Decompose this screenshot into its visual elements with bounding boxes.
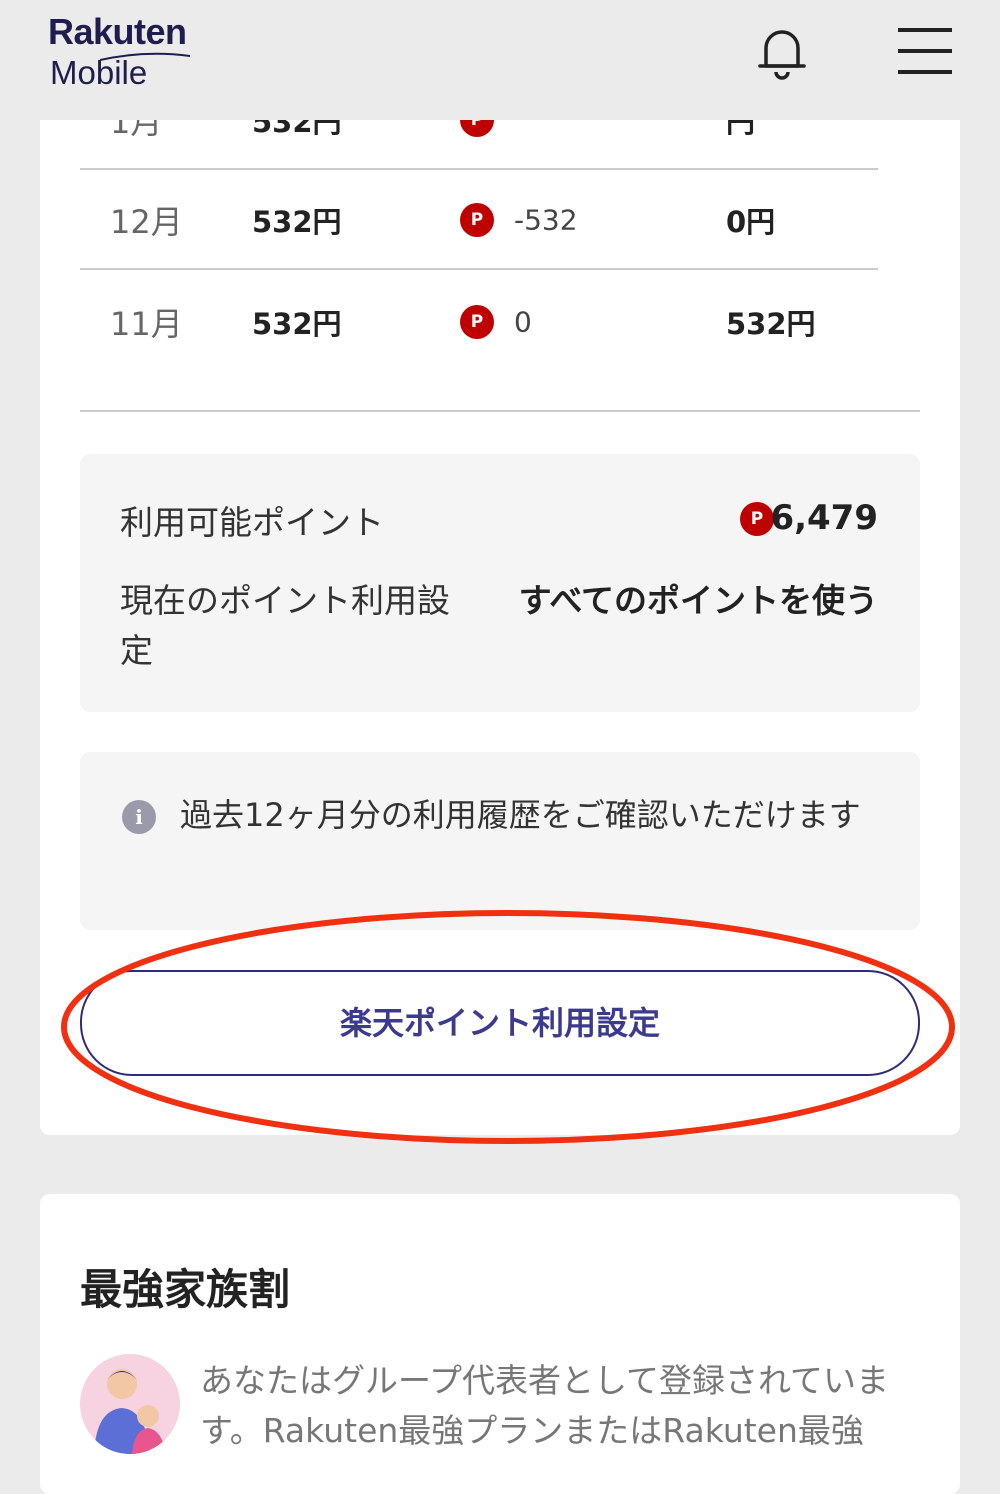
- month-cell: 11月: [110, 305, 183, 343]
- info-notice-box: i 過去12ヶ月分の利用履歴をご確認いただけます: [80, 752, 920, 930]
- bell-icon[interactable]: [756, 24, 808, 80]
- section-divider: [80, 410, 920, 412]
- point-setting-value: すべてのポイントを使う: [518, 581, 878, 620]
- info-text: 過去12ヶ月分の利用履歴をご確認いただけます: [180, 796, 861, 834]
- family-avatar-icon: [80, 1354, 180, 1454]
- amount-cell: 532円: [252, 205, 342, 239]
- bill-cell: 532円: [726, 307, 816, 341]
- points-used-cell: 0: [514, 305, 532, 339]
- logo-text-rakuten: Rakuten: [48, 11, 187, 52]
- app-header: Rakuten Mobile: [0, 0, 1000, 120]
- family-discount-description: あなたはグループ代表者として登録されています。Rakuten最強プランまたはRa…: [200, 1361, 890, 1450]
- bill-cell: 0円: [726, 205, 776, 239]
- hamburger-menu-icon[interactable]: [896, 26, 954, 76]
- family-discount-card: 最強家族割 あなたはグループ代表者として登録されています。Rakuten最強プラ…: [40, 1194, 960, 1494]
- available-points-value: 6,479: [770, 498, 878, 538]
- point-setting-label: 現在のポイント利用設定: [120, 581, 450, 670]
- available-points-label: 利用可能ポイント: [120, 503, 384, 542]
- logo-swoosh-icon: [100, 52, 190, 61]
- amount-cell: 532円: [252, 307, 342, 341]
- rakuten-mobile-logo[interactable]: Rakuten Mobile: [48, 11, 190, 89]
- points-summary-box: 利用可能ポイント P 6,479 現在のポイント利用設定 すべてのポイントを使う: [80, 454, 920, 712]
- points-used-cell: -532: [514, 203, 578, 237]
- family-discount-title: 最強家族割: [80, 1265, 291, 1314]
- rakuten-point-icon: P: [460, 203, 494, 237]
- table-row: 12月 532円 P -532 0円: [80, 170, 878, 270]
- rakuten-point-icon: P: [740, 502, 774, 536]
- row-divider: [80, 268, 878, 270]
- rakuten-point-setting-button[interactable]: 楽天ポイント利用設定: [80, 970, 920, 1076]
- usage-history-card: 1月 532円 P 円 12月 532円 P -532 0円 11月 532円 …: [40, 60, 960, 1135]
- rakuten-point-icon: P: [460, 305, 494, 339]
- table-row: 11月 532円 P 0 532円: [80, 272, 878, 372]
- info-icon: i: [122, 800, 156, 834]
- month-cell: 12月: [110, 203, 183, 241]
